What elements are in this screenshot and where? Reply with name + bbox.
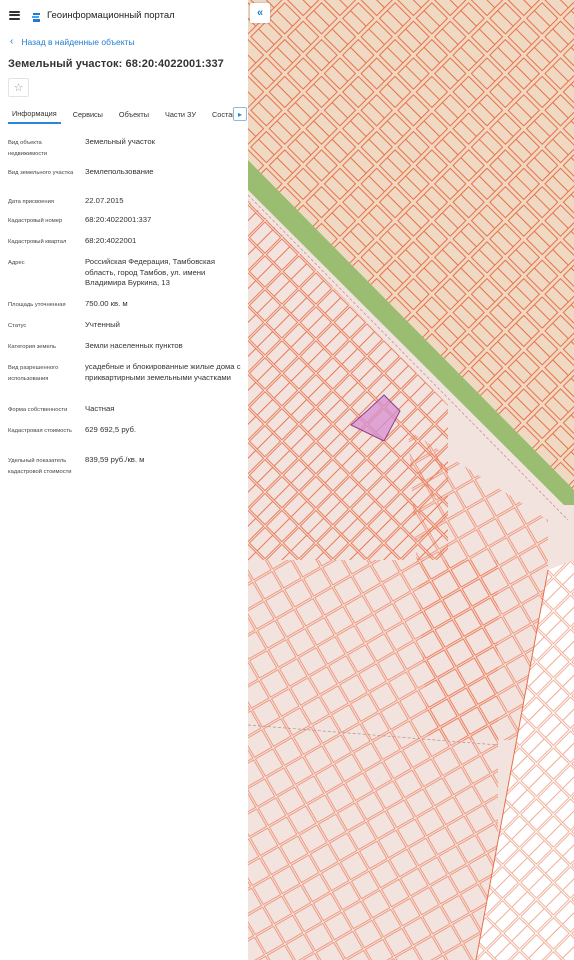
back-link-label: Назад в найденные объекты bbox=[21, 37, 135, 47]
info-value: 750.00 кв. м bbox=[85, 299, 128, 308]
chevron-left-icon: ‹ bbox=[10, 36, 14, 47]
info-label: Кадастровая стоимость bbox=[8, 428, 72, 434]
info-label: Форма собственности bbox=[8, 407, 68, 413]
info-value: 68:20:4022001:337 bbox=[85, 215, 152, 224]
info-label: Дата присвоения bbox=[8, 199, 54, 205]
info-value: 22.07.2015 bbox=[85, 196, 124, 205]
map-canvas[interactable] bbox=[248, 0, 574, 960]
info-label: Статус bbox=[8, 323, 27, 329]
info-value: 629 692,5 руб. bbox=[85, 425, 136, 434]
info-value: 839,59 руб./кв. м bbox=[85, 455, 145, 464]
info-panel: Геоинформационный портал ‹ Назад в найде… bbox=[0, 0, 248, 960]
info-label: Кадастровый номер bbox=[8, 218, 63, 224]
tab-objects[interactable]: Объекты bbox=[115, 104, 153, 124]
info-value: Землепользование bbox=[85, 167, 154, 176]
collapse-panel-button[interactable]: « bbox=[250, 3, 270, 23]
double-chevron-left-icon: « bbox=[256, 7, 264, 19]
info-label: Категория земель bbox=[8, 344, 56, 350]
tab-bar: Информация Сервисы Объекты Части ЗУ Сост… bbox=[0, 104, 248, 124]
chevron-right-icon: ▸ bbox=[237, 109, 242, 119]
info-label: Вид разрешенного использования bbox=[8, 365, 59, 382]
page-title: Земельный участок: 68:20:4022001:337 bbox=[8, 58, 224, 70]
info-label: Удельный показатель кадастровой стоимост… bbox=[8, 458, 72, 475]
tab-information[interactable]: Информация bbox=[8, 104, 61, 124]
info-label: Кадастровый квартал bbox=[8, 239, 67, 245]
info-label: Вид земельного участка bbox=[8, 170, 74, 176]
top-bar: Геоинформационный портал bbox=[0, 0, 248, 30]
info-value: Учтенный bbox=[85, 320, 120, 329]
cadastral-map[interactable] bbox=[248, 0, 574, 960]
info-label: Площадь уточненная bbox=[8, 302, 66, 308]
hamburger-icon[interactable] bbox=[9, 10, 20, 20]
info-value: Земли населенных пунктов bbox=[85, 341, 183, 350]
info-label: Вид объекта недвижимости bbox=[8, 140, 48, 157]
info-value: Частная bbox=[85, 404, 115, 413]
tab-parts[interactable]: Части ЗУ bbox=[161, 104, 200, 124]
info-value: 68:20:4022001 bbox=[85, 236, 137, 245]
star-outline-icon: ☆ bbox=[13, 82, 24, 94]
app-title: Геоинформационный портал bbox=[47, 9, 175, 21]
tabs-next-button[interactable]: ▸ bbox=[233, 107, 247, 121]
info-label: Адрес bbox=[8, 260, 25, 266]
back-to-results-link[interactable]: ‹ Назад в найденные объекты bbox=[0, 31, 248, 53]
tab-services[interactable]: Сервисы bbox=[69, 104, 107, 124]
info-value: Земельный участок bbox=[85, 137, 155, 146]
favorite-button[interactable]: ☆ bbox=[8, 78, 29, 97]
info-value: Российская Федерация, Тамбовская область… bbox=[85, 257, 215, 287]
portal-logo-icon bbox=[31, 10, 41, 22]
info-value: усадебные и блокированные жилые дома с п… bbox=[85, 362, 241, 382]
